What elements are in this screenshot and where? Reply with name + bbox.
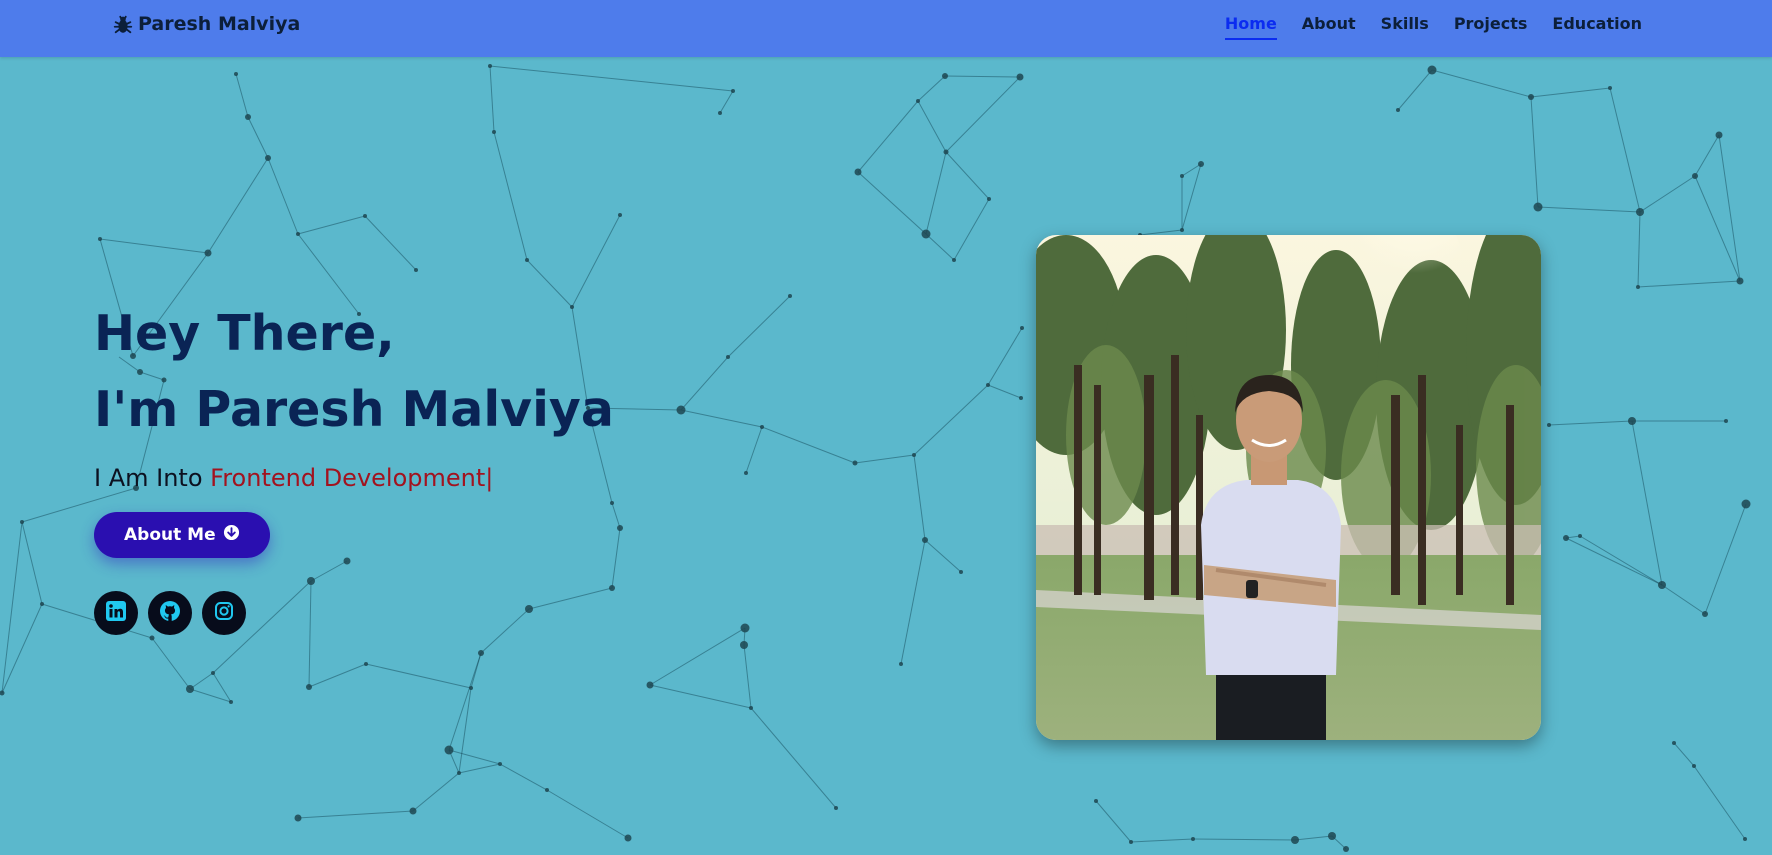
typing-cursor: | <box>485 464 494 492</box>
bug-icon <box>112 13 134 35</box>
nav-links: Home About Skills Projects Education <box>1224 13 1642 40</box>
nav-link-education[interactable]: Education <box>1552 13 1642 40</box>
navbar: Paresh Malviya Home About Skills Project… <box>0 0 1772 57</box>
nav-link-projects[interactable]: Projects <box>1454 13 1528 40</box>
nav-link-skills[interactable]: Skills <box>1381 13 1429 40</box>
nav-link-about[interactable]: About <box>1302 13 1356 40</box>
brand-name: Paresh Malviya <box>138 13 301 35</box>
subtitle-prefix: I Am Into <box>94 464 211 492</box>
social-links <box>94 591 614 635</box>
linkedin-icon <box>106 601 126 625</box>
nav-link-home[interactable]: Home <box>1224 13 1277 40</box>
hero-subtitle: I Am Into Frontend Development| <box>94 462 614 494</box>
typed-role-text: Frontend Development <box>210 464 486 492</box>
about-me-button[interactable]: About Me <box>94 512 270 558</box>
instagram-link[interactable] <box>202 591 246 635</box>
brand-logo[interactable]: Paresh Malviya <box>112 12 300 36</box>
arrow-circle-down-icon <box>223 524 240 546</box>
hero-section: Hey There, I'm Paresh Malviya I Am Into … <box>94 296 614 635</box>
instagram-icon <box>214 601 234 625</box>
profile-photo <box>1036 235 1541 740</box>
github-icon <box>159 600 181 626</box>
hero-name: I'm Paresh Malviya <box>94 381 614 438</box>
linkedin-link[interactable] <box>94 591 138 635</box>
hero-greeting: Hey There, <box>94 305 395 362</box>
github-link[interactable] <box>148 591 192 635</box>
about-me-label: About Me <box>124 525 216 545</box>
